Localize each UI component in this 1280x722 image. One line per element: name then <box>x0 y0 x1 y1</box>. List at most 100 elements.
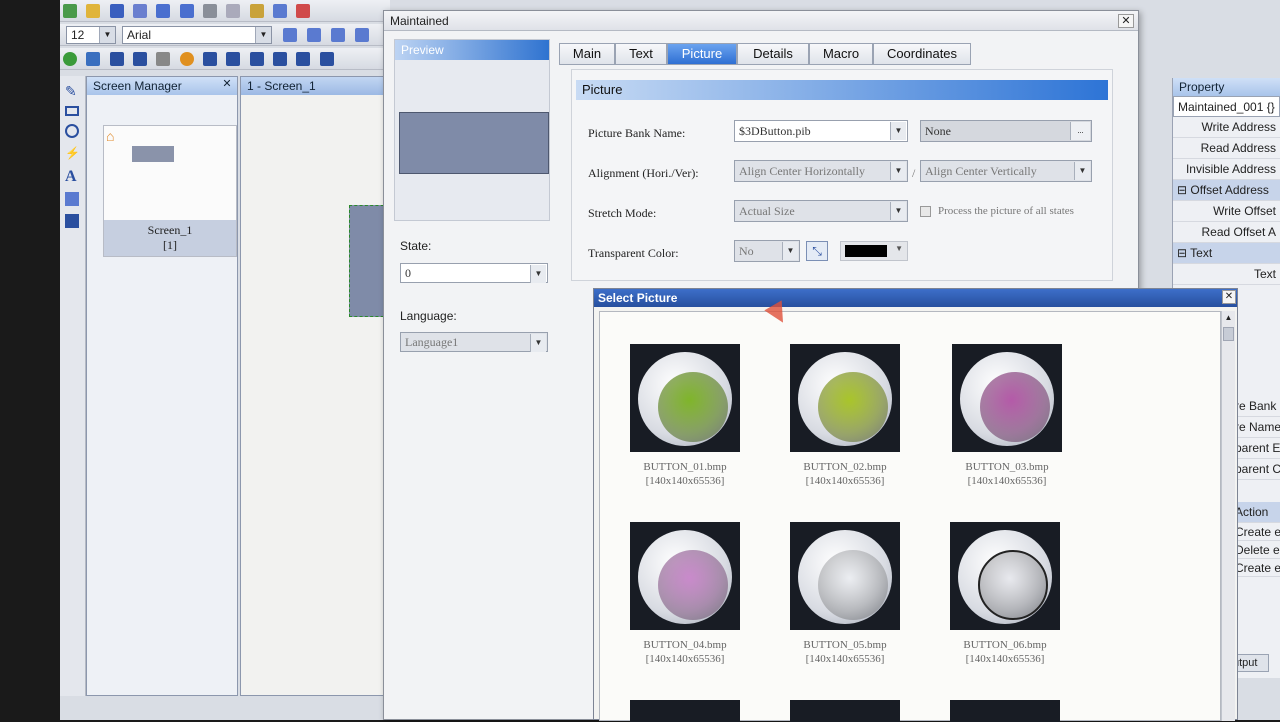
action-item[interactable]: Delete e <box>1231 541 1280 559</box>
rectangle-icon[interactable] <box>65 106 79 116</box>
keypad-icon[interactable] <box>319 52 334 66</box>
button-thumbnail-3[interactable] <box>952 344 1062 452</box>
close-icon[interactable]: ✕ <box>219 78 235 92</box>
chevron-down-icon: ▼ <box>782 242 798 260</box>
text-input-icon[interactable] <box>226 52 241 66</box>
property-row[interactable]: Read Offset A <box>1173 222 1280 243</box>
table-icon[interactable] <box>65 214 79 228</box>
property-row[interactable]: Write Address <box>1173 117 1280 138</box>
text-tool-icon[interactable]: A <box>65 168 79 185</box>
close-icon[interactable]: ✕ <box>1118 14 1134 28</box>
screen-manager-panel: Screen Manager ✕ ⌂ Screen_1 [1] <box>86 76 238 696</box>
scale-icon[interactable] <box>65 192 79 206</box>
property-row[interactable]: Read Address <box>1173 138 1280 159</box>
language-select[interactable]: Language1 ▼ <box>400 332 548 352</box>
stretch-mode-select[interactable]: Actual Size ▼ <box>734 200 908 222</box>
collapse-icon: ⊟ <box>1177 183 1191 197</box>
redo-icon[interactable] <box>179 4 194 18</box>
picture-file-name: BUTTON_05.bmp <box>803 639 887 651</box>
circle-icon[interactable] <box>65 124 79 138</box>
scrollbar-thumb[interactable] <box>1223 327 1234 341</box>
alarm-icon[interactable] <box>296 52 311 66</box>
picture-bank-select[interactable]: $3DButton.pib ▼ <box>734 120 908 142</box>
button-thumbnail-6[interactable] <box>950 522 1060 630</box>
button-cap <box>658 372 728 442</box>
picture-caption: BUTTON_05.bmp [140x140x65536] <box>775 638 915 666</box>
chevron-down-icon: ▼ <box>890 162 906 180</box>
screen-tab[interactable]: 1 - Screen_1 <box>241 77 389 95</box>
transparent-color-select[interactable]: No ▼ <box>734 240 800 262</box>
process-all-states-checkbox[interactable] <box>920 206 931 217</box>
display-icon[interactable] <box>133 52 148 66</box>
property-section[interactable]: ⊟ Offset Address <box>1173 180 1280 201</box>
lamp-icon[interactable] <box>109 52 124 66</box>
undo-icon[interactable] <box>156 4 171 18</box>
button-thumbnail-5[interactable] <box>790 522 900 630</box>
button-thumbnail-partial[interactable] <box>790 700 900 722</box>
property-row[interactable]: Text <box>1173 264 1280 285</box>
property-section[interactable]: ⊟ Text <box>1173 243 1280 264</box>
text-align-left-icon[interactable] <box>283 28 297 42</box>
meter-icon[interactable] <box>156 52 171 66</box>
pencil-icon[interactable]: ✎ <box>65 84 79 98</box>
on-button-icon[interactable] <box>63 52 77 66</box>
language-value: Language1 <box>405 335 459 349</box>
paste-icon[interactable] <box>249 4 264 18</box>
property-object-select[interactable]: Maintained_001 {} <box>1173 96 1280 117</box>
switch-icon[interactable] <box>86 52 101 66</box>
action-panel: Action Create e Delete e Create e <box>1231 502 1280 577</box>
button-thumbnail-partial[interactable] <box>950 700 1060 722</box>
tab-macro[interactable]: Macro <box>809 43 873 65</box>
chart-icon[interactable] <box>249 52 264 66</box>
indicator-icon[interactable] <box>179 52 194 66</box>
align-horizontal-select[interactable]: Align Center Horizontally ▼ <box>734 160 908 182</box>
button-cap <box>818 550 888 620</box>
button-ring <box>798 352 892 446</box>
find-icon[interactable] <box>273 4 288 18</box>
font-size-select[interactable]: 12 ▼ <box>66 26 116 44</box>
copy-icon[interactable] <box>226 4 241 18</box>
tab-coordinates[interactable]: Coordinates <box>873 43 971 65</box>
polyline-icon[interactable]: ⚡ <box>65 146 80 160</box>
standard-toolbar <box>60 0 390 22</box>
property-row[interactable]: Invisible Address <box>1173 159 1280 180</box>
font-name-select[interactable]: Arial ▼ <box>122 26 272 44</box>
align-vertical-select[interactable]: Align Center Vertically ▼ <box>920 160 1092 182</box>
button-cap <box>658 550 728 620</box>
action-item[interactable]: Create e <box>1231 523 1280 541</box>
new-file-icon[interactable] <box>63 4 77 18</box>
button-thumbnail-2[interactable] <box>790 344 900 452</box>
numeric-icon[interactable] <box>203 52 218 66</box>
tab-text[interactable]: Text <box>615 43 667 65</box>
text-align-right-icon[interactable] <box>331 28 345 42</box>
tab-main[interactable]: Main <box>559 43 615 65</box>
screen-thumbnail[interactable]: ⌂ Screen_1 [1] <box>103 125 237 257</box>
save-icon[interactable] <box>109 4 124 18</box>
action-item[interactable]: Create e <box>1231 559 1280 577</box>
browse-button[interactable]: ... <box>1070 122 1090 140</box>
open-folder-icon[interactable] <box>86 4 101 18</box>
color-picker-icon[interactable]: ⤡ <box>806 241 828 261</box>
button-thumbnail-1[interactable] <box>630 344 740 452</box>
font-name-value: Arial <box>127 28 152 42</box>
button-thumbnail-partial[interactable] <box>630 700 740 722</box>
button-ring <box>958 530 1052 624</box>
text-align-center-icon[interactable] <box>307 28 321 42</box>
transparent-color-label: Transparent Color: <box>588 246 679 260</box>
cut-icon[interactable] <box>203 4 218 18</box>
vertical-scrollbar[interactable]: ▲ <box>1221 311 1235 721</box>
tab-details[interactable]: Details <box>737 43 809 65</box>
picture-file-size: [140x140x65536] <box>965 653 1045 665</box>
close-icon[interactable]: ✕ <box>1222 290 1236 304</box>
text-style-icon[interactable] <box>355 28 369 42</box>
tab-picture[interactable]: Picture <box>667 43 737 65</box>
picture-name-field[interactable]: None... <box>920 120 1092 142</box>
property-row[interactable]: Write Offset <box>1173 201 1280 222</box>
trend-icon[interactable] <box>273 52 288 66</box>
color-swatch-select[interactable]: ▼ <box>840 241 908 261</box>
scroll-up-icon[interactable]: ▲ <box>1222 311 1235 325</box>
button-thumbnail-4[interactable] <box>630 522 740 630</box>
save-as-icon[interactable] <box>133 4 148 18</box>
state-select[interactable]: 0 ▼ <box>400 263 548 283</box>
delete-icon[interactable] <box>296 4 311 18</box>
